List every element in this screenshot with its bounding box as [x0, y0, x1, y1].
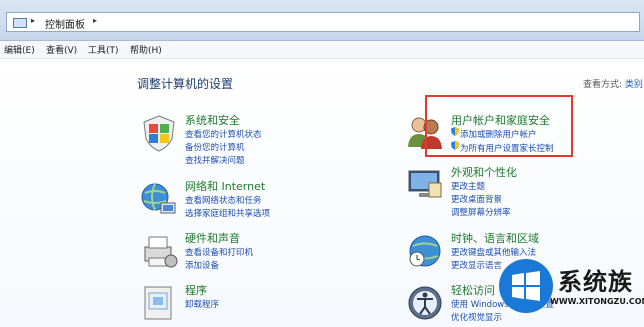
menu-view[interactable]: 查看(V)	[46, 43, 77, 56]
category-title[interactable]: 硬件和声音	[185, 230, 240, 246]
view-by-dropdown[interactable]: 类别	[625, 80, 643, 90]
breadcrumb-chevron-icon[interactable]: ▸	[93, 16, 97, 25]
category-title[interactable]: 网络和 Internet	[185, 178, 265, 194]
view-by-label: 查看方式:	[583, 80, 623, 90]
ease-of-access-icon[interactable]	[405, 283, 445, 323]
breadcrumb-separator-icon[interactable]: ▸	[31, 16, 35, 25]
view-by: 查看方式: 类别	[583, 77, 643, 90]
printer-icon[interactable]	[139, 231, 179, 271]
programs-icon[interactable]	[139, 283, 179, 323]
shield-flag-icon[interactable]	[139, 113, 179, 153]
menu-help[interactable]: 帮助(H)	[130, 43, 162, 56]
category-title[interactable]: 轻松访问	[451, 282, 495, 298]
link-change-theme[interactable]: 更改主题	[451, 180, 485, 192]
link-troubleshoot[interactable]: 查找并解决问题	[185, 154, 245, 166]
breadcrumb-control-panel[interactable]: 控制面板	[45, 16, 85, 31]
link-uninstall[interactable]: 卸载程序	[185, 298, 219, 310]
link-network-status[interactable]: 查看网络状态和任务	[185, 194, 262, 206]
menu-edit[interactable]: 编辑(E)	[4, 43, 35, 56]
watermark-text: 系统族	[558, 268, 633, 296]
page-title: 调整计算机的设置	[137, 77, 234, 91]
network-globe-icon[interactable]	[139, 179, 179, 219]
link-desktop-background[interactable]: 更改桌面背景	[451, 193, 502, 205]
link-screen-resolution[interactable]: 调整屏幕分辨率	[451, 206, 511, 218]
link-homegroup[interactable]: 选择家庭组和共享选项	[185, 207, 270, 219]
menu-bar: 编辑(E) 查看(V) 工具(T) 帮助(H)	[0, 41, 644, 59]
category-title[interactable]: 系统和安全	[185, 112, 240, 128]
menu-tools[interactable]: 工具(T)	[88, 43, 119, 56]
display-icon[interactable]	[405, 165, 445, 205]
watermark: 系统族 WWW.XITONGZU.COM	[492, 254, 644, 327]
highlight-box	[425, 95, 573, 157]
category-title[interactable]: 时钟、语言和区域	[451, 230, 539, 246]
control-panel-icon	[13, 18, 27, 28]
watermark-url: WWW.XITONGZU.COM	[550, 297, 644, 306]
link-add-device[interactable]: 添加设备	[185, 259, 219, 271]
clock-globe-icon[interactable]	[405, 231, 445, 271]
address-bar: ▸ 控制面板 ▸	[0, 0, 644, 41]
windows-logo-icon	[499, 259, 553, 313]
category-title[interactable]: 程序	[185, 282, 207, 298]
category-title[interactable]: 外观和个性化	[451, 164, 517, 180]
link-backup[interactable]: 备份您的计算机	[185, 141, 245, 153]
address-box[interactable]: ▸ 控制面板 ▸	[6, 12, 640, 32]
link-devices-printers[interactable]: 查看设备和打印机	[185, 246, 253, 258]
link-check-status[interactable]: 查看您的计算机状态	[185, 128, 262, 140]
